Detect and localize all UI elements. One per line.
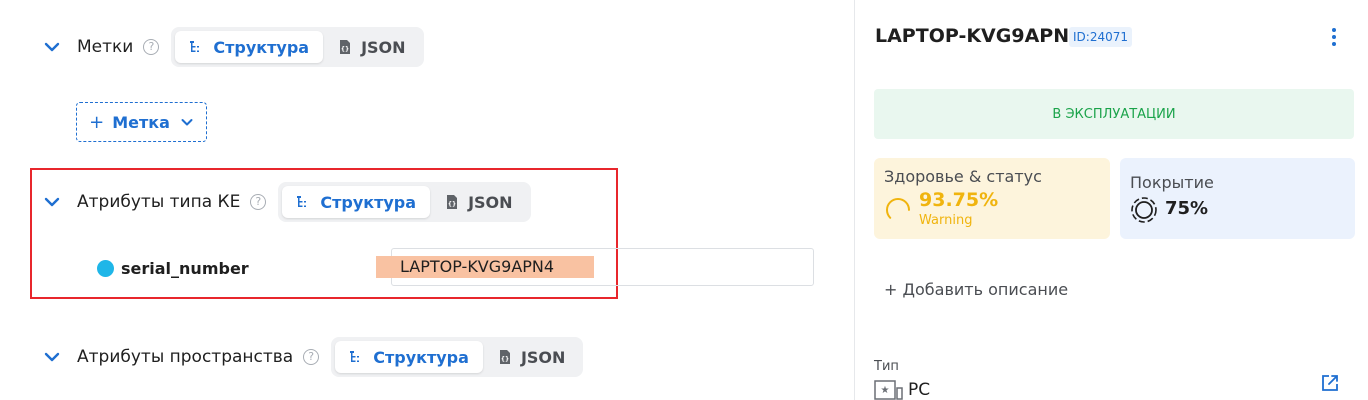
page-title: LAPTOP-KVG9APN4 xyxy=(875,25,1083,47)
section-space-attrs-label: Атрибуты пространства xyxy=(77,347,294,367)
json-file-icon: {} xyxy=(337,39,353,55)
tab-structure-label: Структура xyxy=(213,37,310,57)
coverage-card[interactable]: Покрытие 75% xyxy=(1120,158,1355,239)
section-ke-attrs-header: Атрибуты типа КЕ ? Структура {} JSON xyxy=(43,182,531,222)
kebab-menu-icon[interactable] xyxy=(1327,26,1341,48)
pc-type-icon: ★ xyxy=(874,378,904,400)
tab-json-label: JSON xyxy=(520,347,566,367)
type-label: Тип xyxy=(874,359,899,374)
svg-text:{}: {} xyxy=(501,356,510,363)
help-icon[interactable]: ? xyxy=(250,194,267,210)
section-tags-header: Метки ? Структура {} JSON xyxy=(43,27,424,67)
structure-icon xyxy=(349,349,365,365)
health-title: Здоровье & статус xyxy=(884,167,1042,186)
attribute-status-dot xyxy=(97,259,114,277)
coverage-ring-icon xyxy=(1131,197,1157,223)
type-row: ★ PC xyxy=(874,378,930,400)
section-ke-attrs-label: Атрибуты типа КЕ xyxy=(77,192,241,212)
health-card[interactable]: Здоровье & статус 93.75% Warning xyxy=(874,158,1110,239)
status-badge: В ЭКСПЛУАТАЦИИ xyxy=(874,89,1354,139)
chevron-down-icon[interactable] xyxy=(43,193,61,211)
help-icon[interactable]: ? xyxy=(303,349,320,365)
structure-icon xyxy=(189,39,205,55)
tags-view-toggle: Структура {} JSON xyxy=(171,27,424,67)
external-link-icon[interactable] xyxy=(1320,373,1340,393)
health-status: Warning xyxy=(919,213,973,228)
kebab-dot xyxy=(1332,35,1336,39)
details-panel: LAPTOP-KVG9APN4 ID:24071 В ЭКСПЛУАТАЦИИ … xyxy=(855,0,1368,400)
attribute-name: serial_number xyxy=(121,258,249,278)
tab-structure-label: Структура xyxy=(373,347,469,367)
coverage-value: 75% xyxy=(1165,198,1209,219)
tab-structure[interactable]: Структура xyxy=(335,341,483,373)
health-ring-icon xyxy=(886,198,910,222)
attribute-value: LAPTOP-KVG9APN4 xyxy=(400,257,555,276)
add-tag-button[interactable]: + Метка xyxy=(76,102,207,142)
plus-icon: + xyxy=(89,111,105,133)
section-tags-label: Метки xyxy=(77,37,134,57)
attribute-row: serial_number xyxy=(97,256,249,280)
chevron-down-icon[interactable] xyxy=(43,38,61,56)
tab-json[interactable]: {} JSON xyxy=(430,186,526,218)
json-file-icon: {} xyxy=(497,349,513,365)
tab-json-label: JSON xyxy=(361,37,406,57)
tab-structure[interactable]: Структура xyxy=(175,31,324,63)
help-icon[interactable]: ? xyxy=(143,39,160,55)
kebab-dot xyxy=(1332,28,1336,32)
tab-json[interactable]: {} JSON xyxy=(323,31,419,63)
add-tag-label: Метка xyxy=(112,112,170,132)
chevron-down-icon[interactable] xyxy=(43,348,61,366)
section-space-attrs-header: Атрибуты пространства ? Структура {} JSO… xyxy=(43,337,584,377)
tab-structure-label: Структура xyxy=(320,192,417,212)
svg-text:{}: {} xyxy=(341,46,350,53)
space-attrs-view-toggle: Структура {} JSON xyxy=(331,337,584,377)
chevron-down-icon xyxy=(180,115,194,129)
ke-attrs-view-toggle: Структура {} JSON xyxy=(278,182,531,222)
id-badge: ID:24071 xyxy=(1069,27,1132,47)
tab-structure[interactable]: Структура xyxy=(282,186,431,218)
svg-text:{}: {} xyxy=(448,201,457,208)
tab-json[interactable]: {} JSON xyxy=(483,341,579,373)
add-description-button[interactable]: + Добавить описание xyxy=(884,280,1068,299)
coverage-title: Покрытие xyxy=(1130,173,1214,192)
type-value: PC xyxy=(908,380,931,400)
left-pane: Метки ? Структура {} JSON + Метка Атрибу… xyxy=(0,0,855,400)
health-value: 93.75% xyxy=(919,189,999,211)
tab-json-label: JSON xyxy=(468,192,513,212)
svg-text:★: ★ xyxy=(881,385,890,396)
structure-icon xyxy=(296,194,312,210)
kebab-dot xyxy=(1332,42,1336,46)
json-file-icon: {} xyxy=(444,194,460,210)
